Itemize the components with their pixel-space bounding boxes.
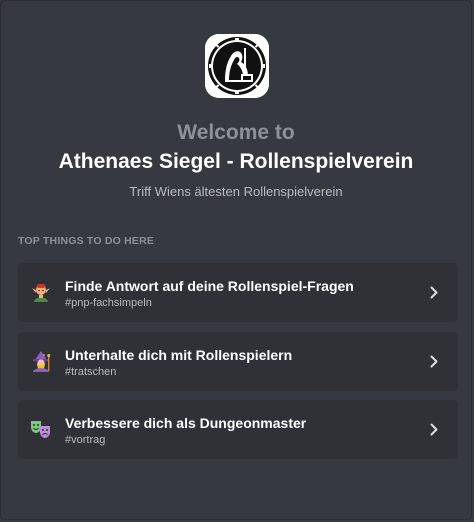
todo-title: Verbessere dich als Dungeonmaster bbox=[65, 415, 307, 431]
chevron-right-icon bbox=[430, 423, 438, 436]
chevron-right-icon bbox=[430, 286, 438, 299]
server-tagline: Triff Wiens ältesten Rollenspielverein bbox=[129, 184, 343, 199]
welcome-heading: Welcome to bbox=[177, 121, 295, 144]
athenaes-siegel-logo-icon bbox=[205, 34, 269, 98]
performing-arts-emoji-icon bbox=[31, 421, 50, 438]
welcome-modal: Welcome to Athenaes Siegel - Rollenspiel… bbox=[0, 0, 472, 520]
todo-card-tratschen[interactable]: Unterhalte dich mit Rollenspielern #trat… bbox=[18, 332, 458, 391]
elf-emoji-icon bbox=[32, 284, 50, 302]
todo-channel: #vortrag bbox=[65, 434, 106, 446]
todo-channel: #pnp-fachsimpeln bbox=[65, 297, 152, 309]
mage-emoji-icon bbox=[33, 351, 51, 372]
chevron-right-icon bbox=[430, 355, 438, 368]
todo-card-vortrag[interactable]: Verbessere dich als Dungeonmaster #vortr… bbox=[18, 400, 458, 459]
server-name: Athenaes Siegel - Rollenspielverein bbox=[58, 150, 414, 173]
todo-title: Unterhalte dich mit Rollenspielern bbox=[65, 347, 293, 363]
todo-card-pnp-fachsimpeln[interactable]: Finde Antwort auf deine Rollenspiel-Frag… bbox=[18, 263, 458, 322]
server-icon bbox=[205, 34, 269, 98]
todo-title: Finde Antwort auf deine Rollenspiel-Frag… bbox=[65, 278, 354, 294]
section-title: TOP THINGS TO DO HERE bbox=[18, 235, 155, 247]
todo-channel: #tratschen bbox=[65, 366, 117, 378]
